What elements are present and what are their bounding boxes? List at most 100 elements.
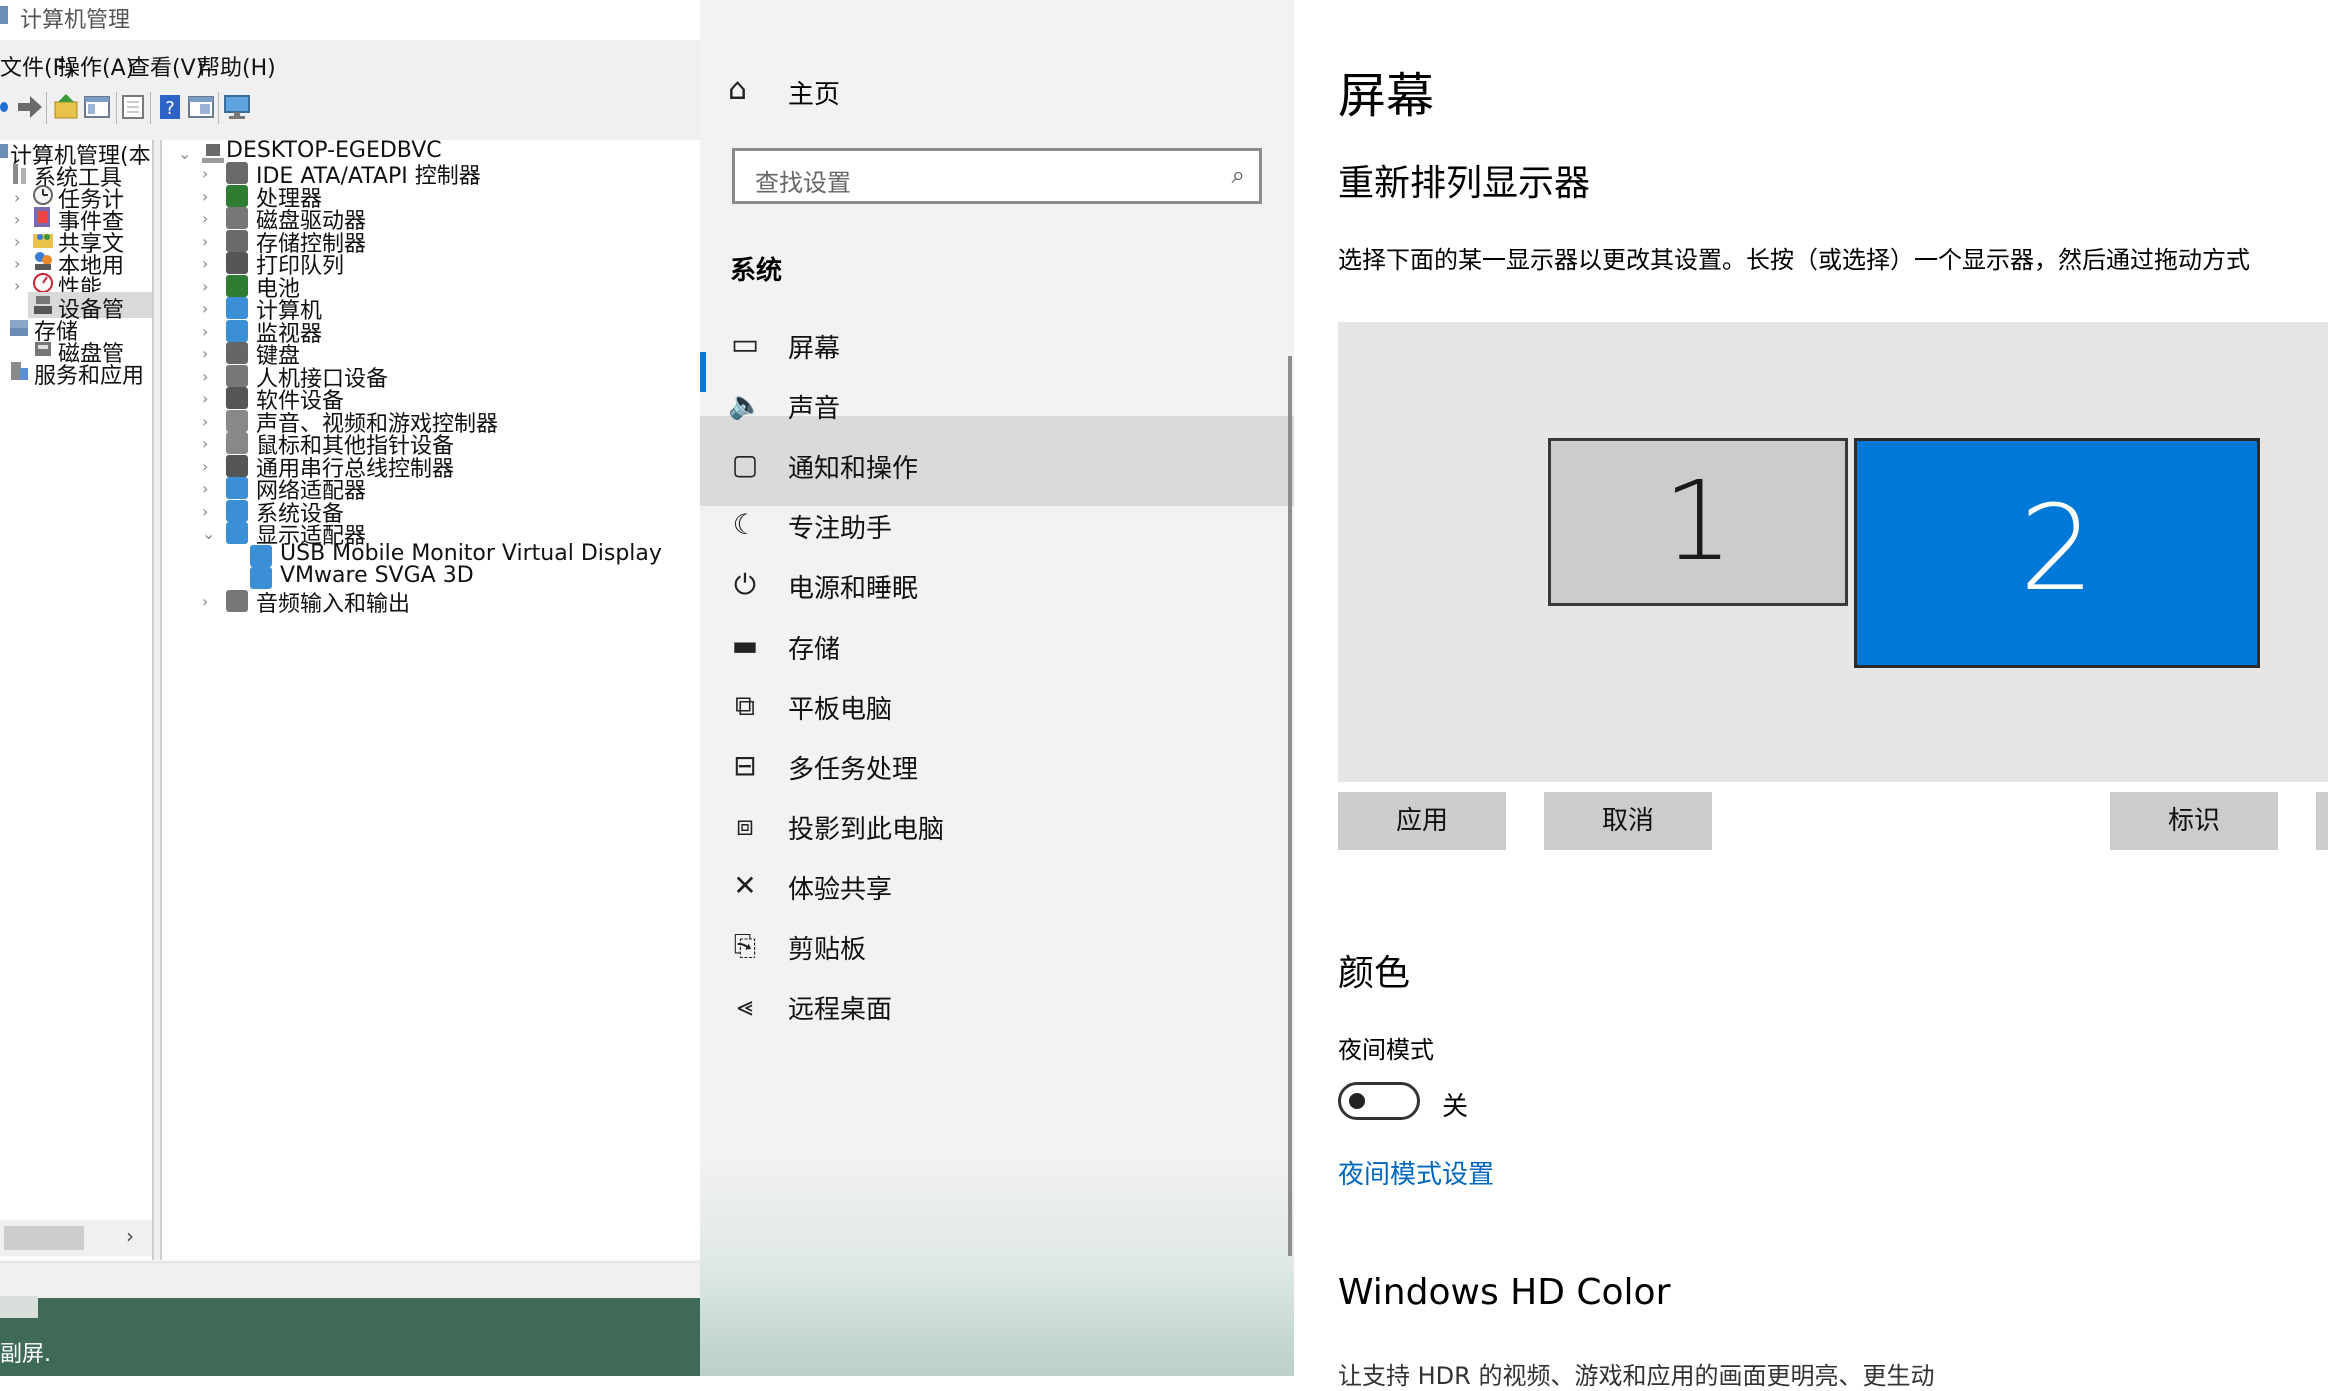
night-mode-toggle[interactable] [1338, 1082, 1420, 1120]
night-mode-state: 关 [1442, 1092, 1469, 1122]
nav-item-label: 屏幕 [788, 334, 841, 364]
cancel-button[interactable]: 取消 [1544, 792, 1712, 850]
nav-home[interactable]: 主页 [788, 74, 840, 111]
night-mode-label: 夜间模式 [1338, 1036, 1434, 1064]
up-folder-icon[interactable] [52, 92, 82, 122]
device-category-icon [226, 184, 248, 207]
menu-action[interactable]: 操作(A) [58, 50, 134, 82]
nav-item-label: 通知和操作 [788, 454, 919, 485]
display-adapter-item[interactable]: VMware SVGA 3D [280, 563, 474, 588]
scroll-right-arrow-icon[interactable]: › [126, 1224, 134, 1248]
scrollbar-thumb[interactable] [4, 1226, 84, 1250]
console-tree-icon[interactable] [82, 92, 112, 122]
expand-chevron-icon[interactable]: › [202, 367, 208, 386]
tools-icon [13, 164, 26, 184]
device-manager-icon [34, 296, 52, 314]
expand-chevron-icon[interactable]: › [14, 188, 20, 207]
settings-content: 屏幕 重新排列显示器 选择下面的某一显示器以更改其设置。长按（或选择）一个显示器… [1294, 0, 2328, 1390]
monitor-arrangement-area[interactable]: 1 2 [1338, 322, 2328, 782]
device-category-icon [226, 207, 248, 229]
collapse-chevron-icon[interactable]: ⌄ [178, 144, 191, 163]
expand-chevron-icon[interactable]: › [202, 322, 208, 341]
notification-icon: ▢ [731, 448, 759, 482]
apply-button[interactable]: 应用 [1338, 792, 1506, 850]
monitor-icon: ▭ [730, 327, 760, 362]
menu-view[interactable]: 查看(V) [128, 50, 204, 82]
device-category-icon [226, 522, 248, 544]
search-input[interactable]: 查找设置 ⌕ [732, 148, 1262, 204]
tablet-icon: ⧉ [735, 688, 755, 722]
forward-icon[interactable] [14, 92, 44, 122]
menu-help[interactable]: 帮助(H) [198, 50, 276, 82]
section-heading-color: 颜色 [1338, 953, 1411, 994]
nav-item-label: 剪贴板 [788, 935, 867, 965]
remote-icon: ⪡ [737, 989, 753, 1023]
desktop-icon-label[interactable]: 副屏. [0, 1336, 51, 1368]
device-category-icon [226, 499, 248, 522]
night-mode-settings-link[interactable]: 夜间模式设置 [1338, 1154, 1494, 1191]
expand-chevron-icon[interactable]: › [14, 232, 20, 251]
device-category-icon [226, 387, 248, 409]
expand-chevron-icon[interactable]: › [14, 276, 20, 295]
detect-button-partial[interactable] [2316, 792, 2328, 850]
expand-chevron-icon[interactable]: › [202, 434, 208, 453]
settings-nav-pane: ⌂ 主页 查找设置 ⌕ 系统 ▭ 屏幕 🔈 声音 ▢ 通知和操作 ☾ 专注助手 ⏻ 电源和睡眠 ▬ 存… [700, 0, 1294, 1376]
title-bar[interactable]: 计算机管理 [0, 0, 700, 40]
collapse-chevron-icon[interactable]: ⌄ [202, 524, 215, 543]
expand-chevron-icon[interactable]: › [202, 592, 208, 611]
local-users-icon [35, 252, 52, 270]
storage-icon [10, 320, 28, 336]
multitask-icon: ⊟ [733, 748, 757, 782]
properties-icon[interactable] [118, 92, 148, 122]
home-icon[interactable]: ⌂ [728, 72, 747, 107]
computer-management-window: 计算机管理 文件(F) 操作(A) 查看(V) 帮助(H) ? 计算机管理(本 … [0, 0, 702, 1376]
monitor-icon[interactable] [222, 92, 252, 122]
device-category-icon [226, 297, 248, 319]
monitor-2-number: 2 [2019, 479, 2095, 617]
services-icon [11, 362, 28, 380]
expand-chevron-icon[interactable]: › [14, 210, 20, 229]
device-tree: ⌄ DESKTOP-EGEDBVC › IDE ATA/ATAPI 控制器 › 处理器… [160, 140, 702, 1260]
clipboard-icon: ⎘ [733, 929, 757, 962]
device-category-icon [226, 364, 248, 387]
nav-scrollbar[interactable] [1288, 356, 1292, 1256]
help-icon[interactable]: ? [156, 92, 186, 122]
expand-chevron-icon[interactable]: › [202, 502, 208, 521]
monitor-1-tile[interactable]: 1 [1548, 438, 1848, 606]
nav-item-label: 平板电脑 [788, 694, 893, 725]
back-icon[interactable] [0, 102, 8, 112]
expand-chevron-icon[interactable]: › [202, 412, 208, 431]
display-adapter-item[interactable]: USB Mobile Monitor Virtual Display [280, 541, 662, 566]
nav-item-label: 体验共享 [788, 874, 893, 905]
expand-chevron-icon[interactable]: › [202, 209, 208, 228]
expand-chevron-icon[interactable]: › [202, 479, 208, 498]
expand-chevron-icon[interactable]: › [202, 254, 208, 273]
shared-folders-icon [33, 234, 53, 248]
desktop-shortcut-icon[interactable] [0, 1296, 38, 1318]
toggle-knob [1349, 1093, 1365, 1109]
expand-chevron-icon[interactable]: › [202, 164, 208, 183]
expand-chevron-icon[interactable]: › [202, 457, 208, 476]
expand-chevron-icon[interactable]: › [202, 344, 208, 363]
expand-chevron-icon[interactable]: › [202, 232, 208, 251]
device-category-icon [226, 409, 248, 432]
task-scheduler-icon [33, 185, 53, 205]
power-icon: ⏻ [733, 568, 757, 602]
device-category-icon [226, 432, 248, 454]
monitor-2-tile[interactable]: 2 [1854, 438, 2260, 668]
device-category[interactable]: 音频输入和输出 [256, 586, 410, 618]
tree-services[interactable]: 服务和应用 [34, 358, 144, 390]
expand-chevron-icon[interactable]: › [202, 389, 208, 408]
section-heading-hd-color: Windows HD Color [1338, 1272, 1671, 1313]
horizontal-scrollbar[interactable]: › [0, 1220, 152, 1256]
expand-chevron-icon[interactable]: › [202, 299, 208, 318]
view-icon[interactable] [186, 92, 216, 122]
expand-chevron-icon[interactable]: › [202, 187, 208, 206]
expand-chevron-icon[interactable]: › [14, 254, 20, 273]
device-category-icon [226, 454, 248, 477]
share-icon: ✕ [733, 868, 757, 902]
status-bar [0, 1262, 700, 1299]
nav-item[interactable]: ⪡ 远程桌面 [700, 963, 1290, 1051]
identify-button[interactable]: 标识 [2110, 792, 2278, 850]
expand-chevron-icon[interactable]: › [202, 277, 208, 296]
